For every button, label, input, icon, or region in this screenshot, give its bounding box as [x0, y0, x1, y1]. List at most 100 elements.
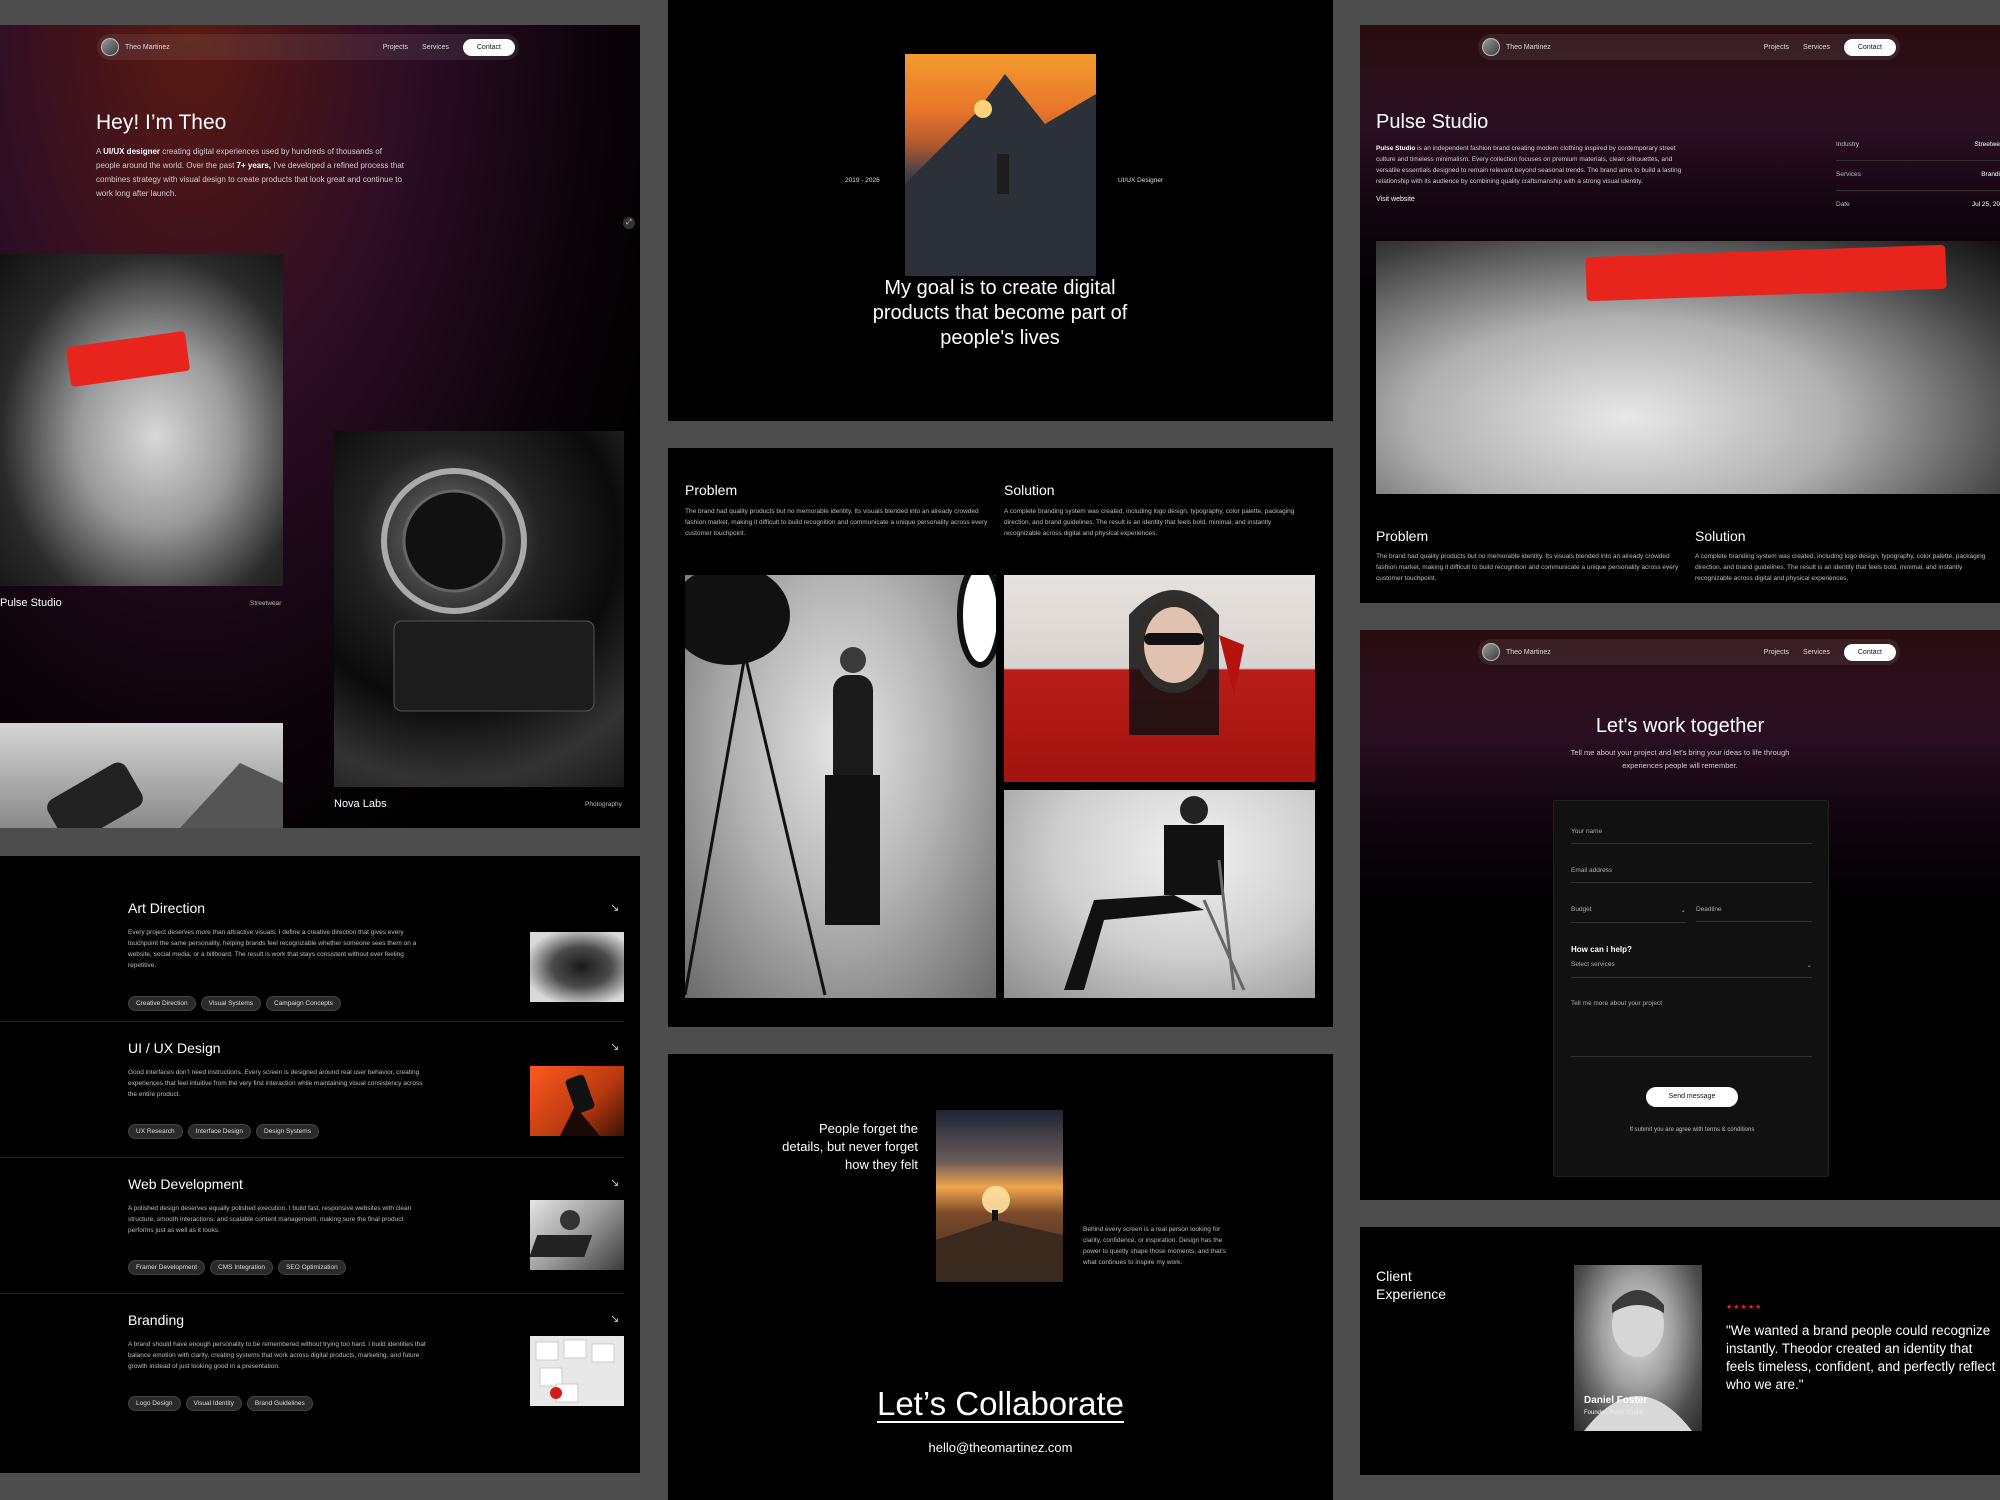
nav-services-link[interactable]: Services	[422, 44, 449, 51]
arrow-icon[interactable]: ↘	[610, 901, 619, 914]
arrow-icon[interactable]: ↘	[610, 1312, 619, 1325]
service-tag: Creative Direction	[128, 996, 196, 1011]
top-nav: Theo Martinez Projects Services Contact	[1478, 639, 1900, 665]
services-select[interactable]: Select services ⌄	[1571, 961, 1812, 978]
seated-model-icon	[1064, 796, 1246, 991]
nav-projects-link[interactable]: Projects	[1764, 44, 1789, 51]
brand-cards-icon	[535, 1339, 615, 1403]
years-label: 2019 - 2026	[845, 177, 880, 184]
service-tag: Visual Systems	[200, 996, 261, 1011]
nav-brand[interactable]: Theo Martinez	[1506, 649, 1551, 656]
service-title: Art Direction	[128, 900, 206, 916]
hero-intro: A UI/UX designer creating digital experi…	[96, 147, 404, 198]
case-hero-image	[1376, 241, 2000, 494]
avatar[interactable]	[1482, 643, 1500, 661]
arrow-icon[interactable]: ↘	[610, 1040, 619, 1053]
service-thumbnail	[530, 932, 624, 1002]
service-item[interactable]: UI / UX Design ↘ Good interfaces don’t n…	[0, 1022, 624, 1158]
top-nav: Theo Martinez Projects Services Contact	[97, 34, 519, 60]
phone-hand-icon	[560, 1074, 600, 1136]
name-field[interactable]: Your name	[1571, 828, 1812, 844]
project-2-image[interactable]	[334, 431, 624, 787]
service-tag: Campaign Concepts	[266, 996, 341, 1011]
nav-brand[interactable]: Theo Martinez	[125, 44, 170, 51]
arrow-icon[interactable]: ↘	[610, 1176, 619, 1189]
service-tag: Design Systems	[256, 1124, 319, 1139]
tag-list: Logo Design Visual Identity Brand Guidelin…	[128, 1392, 318, 1411]
service-text: Every project deserves more than attract…	[128, 929, 417, 969]
client-name: Daniel Foster	[1584, 1395, 1648, 1406]
hero-panel: Theo Martinez Projects Services Contact …	[0, 25, 640, 828]
solution-title: Solution	[1004, 482, 1055, 498]
send-message-button[interactable]: Send message	[1646, 1087, 1738, 1107]
project-1-image[interactable]	[0, 254, 283, 586]
email-link[interactable]: hello@theomartinez.com	[668, 1440, 1333, 1455]
visit-website-link[interactable]: Visit website	[1376, 196, 1415, 203]
service-title: Branding	[128, 1312, 185, 1328]
terms-text: If submit you are agree with terms & con…	[1629, 1127, 1755, 1133]
testimonial-panel: Client Experience Daniel Foster Founder,…	[1360, 1227, 2000, 1475]
problem-text: The brand had quality products but no me…	[685, 508, 988, 537]
project-3-image[interactable]	[0, 723, 283, 828]
camera-lens-icon	[381, 468, 595, 712]
avatar[interactable]	[1482, 38, 1500, 56]
budget-label: Budget	[1571, 906, 1592, 913]
about-panel: 2019 - 2026 UI/UX Designer My goal is to…	[668, 0, 1333, 421]
meta-row: Services Brandi	[1836, 161, 2000, 191]
tag-list: Creative Direction Visual Systems Campaign…	[128, 992, 346, 1011]
avatar[interactable]	[101, 38, 119, 56]
service-tag: UX Research	[128, 1124, 183, 1139]
deadline-field[interactable]: Deadline	[1696, 906, 1812, 922]
nav-projects-link[interactable]: Projects	[383, 44, 408, 51]
laptop-icon	[530, 1210, 593, 1257]
service-title: Web Development	[128, 1176, 243, 1192]
nav-projects-link[interactable]: Projects	[1764, 649, 1789, 656]
email-field[interactable]: Email address	[1571, 867, 1812, 883]
goal-text: My goal is to create digital products th…	[872, 277, 1128, 349]
tag-list: Framer Development CMS Integration SEO Opt…	[128, 1256, 351, 1275]
meta-list: Industry Streetwe Services Brandi Date Jul …	[1836, 135, 2000, 219]
meta-row: Date Jul 25, 20	[1836, 201, 2000, 208]
contact-title: Let's work together	[1595, 715, 1765, 737]
expand-icon[interactable]: ⤢	[623, 217, 635, 229]
service-item[interactable]: Branding ↘ A brand should have enough pe…	[0, 1294, 624, 1473]
collaborate-link[interactable]: Let’s Collaborate	[668, 1385, 1333, 1423]
budget-field[interactable]: Budget ⌄	[1571, 906, 1686, 923]
service-thumbnail	[530, 1200, 624, 1270]
project-2-name[interactable]: Nova Labs	[334, 798, 387, 810]
client-photo: Daniel Foster Founder, Pulse Studio	[1574, 1265, 1702, 1431]
nav-contact-button[interactable]: Contact	[462, 38, 515, 56]
red-paint-band	[1585, 244, 1947, 302]
person-silhouette-icon	[936, 1186, 1063, 1282]
service-title: UI / UX Design	[128, 1040, 221, 1056]
nav-services-link[interactable]: Services	[1803, 44, 1830, 51]
contact-panel: Theo Martinez Projects Services Contact …	[1360, 630, 2000, 1200]
service-item[interactable]: Web Development ↘ A polished design dese…	[0, 1158, 624, 1294]
nav-contact-button[interactable]: Contact	[1843, 643, 1896, 661]
message-textarea[interactable]: Tell me more about your project	[1571, 1000, 1812, 1057]
problem-text: The brand had quality products but no me…	[1376, 553, 1679, 582]
nav-brand[interactable]: Theo Martinez	[1506, 44, 1551, 51]
client-portrait-icon	[1584, 1290, 1692, 1431]
mountain-icon	[905, 74, 1096, 276]
gallery-panel: Problem The brand had quality products b…	[668, 448, 1333, 1027]
help-label: How can i help?	[1571, 945, 1632, 954]
case-title: Pulse Studio	[1376, 111, 1489, 133]
nav-services-link[interactable]: Services	[1803, 649, 1830, 656]
contact-subtitle: Tell me about your project and let's bri…	[1570, 748, 1790, 770]
service-tag: Visual Identity	[185, 1396, 242, 1411]
project-1-name[interactable]: Pulse Studio	[0, 597, 62, 609]
services-panel: Art Direction ↘ Every project deserves m…	[0, 856, 640, 1473]
rating-stars: ★★★★★	[1726, 1304, 1763, 1311]
chevron-down-icon: ⌄	[1680, 907, 1686, 914]
service-text: A polished design deserves equally polis…	[128, 1205, 412, 1234]
nav-contact-button[interactable]: Contact	[1843, 38, 1896, 56]
service-item[interactable]: Art Direction ↘ Every project deserves m…	[0, 856, 624, 1022]
services-select-label: Select services	[1571, 961, 1615, 968]
service-text: A brand should have enough personality t…	[128, 1341, 426, 1370]
testimonial-quote: "We wanted a brand people could recogniz…	[1726, 1323, 1996, 1392]
service-thumbnail	[530, 1336, 624, 1406]
service-thumbnail	[530, 1066, 624, 1136]
tag-list: UX Research Interface Design Design System…	[128, 1120, 324, 1139]
studio-photo	[685, 575, 996, 998]
